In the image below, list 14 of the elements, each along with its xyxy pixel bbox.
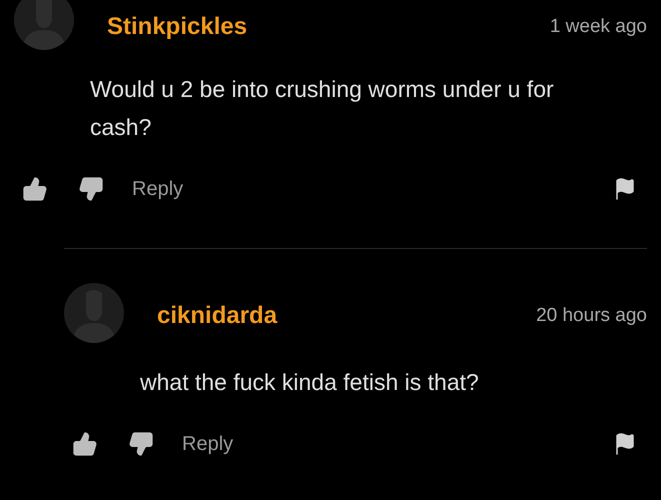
timestamp: 20 hours ago [536,304,647,328]
thumbs-down-icon[interactable] [78,176,104,202]
avatar [14,0,74,50]
comment-text: Would u 2 be into crushing worms under u for cash? [90,75,555,142]
username[interactable]: ciknidarda [157,301,278,331]
reply-button[interactable]: Reply [182,429,234,459]
reply-button[interactable]: Reply [132,174,184,204]
thumbs-down-icon[interactable] [128,431,154,457]
thumbs-up-icon[interactable] [22,176,48,202]
thumbs-up-icon[interactable] [72,431,98,457]
timestamp: 1 week ago [550,15,647,39]
comment-text: what the fuck kinda fetish is that? [140,368,480,397]
username[interactable]: Stinkpickles [107,12,248,42]
avatar [64,283,124,343]
